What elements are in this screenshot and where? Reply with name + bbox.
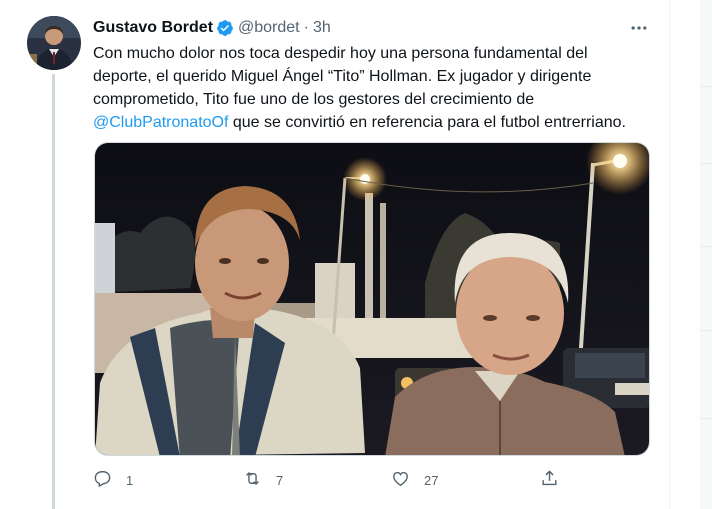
share-button[interactable] [540, 468, 559, 492]
tweet-header: Gustavo Bordet @bordet · 3h [93, 17, 331, 39]
tweet-text-line: comprometido, Tito fue uno de los gestor… [93, 91, 535, 108]
divider [700, 418, 712, 419]
like-button[interactable]: 27 [391, 468, 438, 492]
tweet-text-line: @ClubPatronatoOf que se convirtió en ref… [93, 111, 653, 134]
tweet-text-line: deporte, el querido Miguel Ángel “Tito” … [93, 68, 592, 85]
verified-badge-icon [216, 19, 234, 37]
reply-count: 1 [126, 472, 134, 488]
retweet-count: 7 [276, 472, 284, 488]
avatar[interactable] [27, 16, 81, 70]
tweet-text-tail: que se convirtió en referencia para el f… [228, 114, 626, 131]
divider [700, 246, 712, 247]
tweet-actions: 1 7 27 [93, 468, 563, 492]
divider [700, 86, 712, 87]
retweet-icon [243, 469, 262, 491]
tweet-text-line: Con mucho dolor nos toca despedir hoy un… [93, 45, 588, 62]
like-count: 27 [424, 472, 439, 488]
tweet-card[interactable]: Gustavo Bordet @bordet · 3h Con mucho do… [0, 0, 670, 509]
thread-line [52, 74, 55, 509]
more-horizontal-icon[interactable] [628, 18, 650, 38]
divider [700, 330, 712, 331]
mention-link[interactable]: @ClubPatronatoOf [93, 114, 228, 131]
heart-icon [391, 469, 410, 491]
side-panel [700, 0, 712, 509]
reply-icon [93, 469, 112, 491]
divider [700, 163, 712, 164]
reply-button[interactable]: 1 [93, 468, 133, 492]
tweet-text: Con mucho dolor nos toca despedir hoy un… [93, 42, 653, 134]
separator-dot: · [303, 19, 309, 36]
timestamp[interactable]: 3h [313, 19, 331, 37]
tweet-photo[interactable] [94, 142, 650, 456]
author-handle[interactable]: @bordet [238, 19, 300, 37]
author-name[interactable]: Gustavo Bordet [93, 19, 213, 37]
retweet-button[interactable]: 7 [243, 468, 283, 492]
share-icon [540, 469, 559, 491]
